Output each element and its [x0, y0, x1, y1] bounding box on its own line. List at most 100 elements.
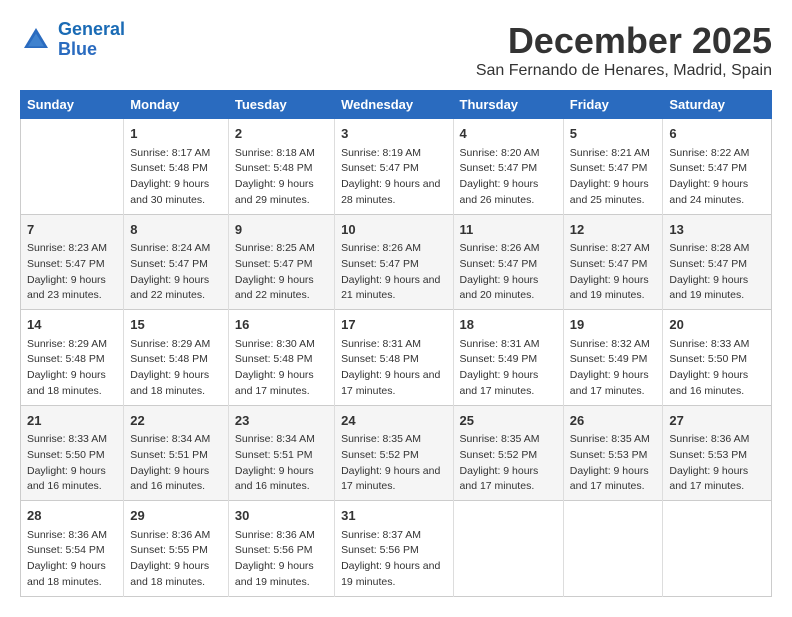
daylight-text: Daylight: 9 hours and 29 minutes. [235, 178, 314, 206]
sunset-text: Sunset: 5:54 PM [27, 544, 105, 556]
logo-line2: Blue [58, 39, 97, 59]
calendar-cell: 25Sunrise: 8:35 AMSunset: 5:52 PMDayligh… [453, 405, 563, 501]
calendar-cell: 29Sunrise: 8:36 AMSunset: 5:55 PMDayligh… [124, 501, 229, 597]
day-number: 21 [27, 411, 117, 431]
daylight-text: Daylight: 9 hours and 20 minutes. [460, 274, 539, 302]
sunrise-text: Sunrise: 8:22 AM [669, 147, 749, 159]
calendar-week-3: 14Sunrise: 8:29 AMSunset: 5:48 PMDayligh… [21, 310, 772, 406]
day-number: 27 [669, 411, 765, 431]
day-number: 3 [341, 124, 446, 144]
calendar-table: SundayMondayTuesdayWednesdayThursdayFrid… [20, 90, 772, 597]
calendar-cell: 6Sunrise: 8:22 AMSunset: 5:47 PMDaylight… [663, 119, 772, 215]
sunrise-text: Sunrise: 8:29 AM [27, 338, 107, 350]
sunrise-text: Sunrise: 8:31 AM [341, 338, 421, 350]
daylight-text: Daylight: 9 hours and 21 minutes. [341, 274, 440, 302]
sunset-text: Sunset: 5:47 PM [460, 162, 538, 174]
logo-icon [20, 24, 52, 56]
daylight-text: Daylight: 9 hours and 26 minutes. [460, 178, 539, 206]
sunrise-text: Sunrise: 8:36 AM [235, 529, 315, 541]
sunset-text: Sunset: 5:52 PM [341, 449, 419, 461]
daylight-text: Daylight: 9 hours and 17 minutes. [460, 465, 539, 493]
sunset-text: Sunset: 5:50 PM [669, 353, 747, 365]
day-number: 5 [570, 124, 657, 144]
day-info: Sunrise: 8:28 AMSunset: 5:47 PMDaylight:… [669, 241, 765, 304]
day-number: 20 [669, 315, 765, 335]
day-info: Sunrise: 8:26 AMSunset: 5:47 PMDaylight:… [341, 241, 446, 304]
sunset-text: Sunset: 5:48 PM [235, 353, 313, 365]
calendar-cell: 4 Sunrise: 8:20 AM Sunset: 5:47 PM Daylight… [453, 119, 563, 215]
sunrise-text: Sunrise: 8:20 AM [460, 147, 540, 159]
weekday-header-wednesday: Wednesday [335, 91, 453, 119]
daylight-text: Daylight: 9 hours and 17 minutes. [669, 465, 748, 493]
sunrise-text: Sunrise: 8:26 AM [460, 242, 540, 254]
day-number: 11 [460, 220, 557, 240]
daylight-text: Daylight: 9 hours and 17 minutes. [341, 465, 440, 493]
calendar-cell: 12Sunrise: 8:27 AMSunset: 5:47 PMDayligh… [563, 214, 663, 310]
daylight-text: Daylight: 9 hours and 19 minutes. [341, 560, 440, 588]
calendar-cell: 1Sunrise: 8:17 AMSunset: 5:48 PMDaylight… [124, 119, 229, 215]
day-number: 25 [460, 411, 557, 431]
day-info: Sunrise: 8:29 AMSunset: 5:48 PMDaylight:… [27, 337, 117, 400]
calendar-cell: 2Sunrise: 8:18 AMSunset: 5:48 PMDaylight… [228, 119, 334, 215]
calendar-cell: 28Sunrise: 8:36 AMSunset: 5:54 PMDayligh… [21, 501, 124, 597]
sunrise-text: Sunrise: 8:36 AM [27, 529, 107, 541]
sunrise-text: Sunrise: 8:25 AM [235, 242, 315, 254]
daylight-text: Daylight: 9 hours and 19 minutes. [570, 274, 649, 302]
sunrise-text: Sunrise: 8:37 AM [341, 529, 421, 541]
sunset-text: Sunset: 5:47 PM [570, 162, 648, 174]
day-info: Sunrise: 8:18 AMSunset: 5:48 PMDaylight:… [235, 146, 328, 209]
sunrise-text: Sunrise: 8:23 AM [27, 242, 107, 254]
daylight-text: Daylight: 9 hours and 17 minutes. [570, 369, 649, 397]
calendar-cell: 21Sunrise: 8:33 AMSunset: 5:50 PMDayligh… [21, 405, 124, 501]
sunrise-text: Sunrise: 8:31 AM [460, 338, 540, 350]
calendar-cell: 16Sunrise: 8:30 AMSunset: 5:48 PMDayligh… [228, 310, 334, 406]
calendar-cell: 18Sunrise: 8:31 AMSunset: 5:49 PMDayligh… [453, 310, 563, 406]
weekday-header-sunday: Sunday [21, 91, 124, 119]
day-info: Sunrise: 8:34 AMSunset: 5:51 PMDaylight:… [130, 432, 222, 495]
day-number: 19 [570, 315, 657, 335]
sunset-text: Sunset: 5:47 PM [669, 162, 747, 174]
calendar-cell: 14Sunrise: 8:29 AMSunset: 5:48 PMDayligh… [21, 310, 124, 406]
daylight-text: Daylight: 9 hours and 16 minutes. [669, 369, 748, 397]
daylight-text: Daylight: 9 hours and 17 minutes. [341, 369, 440, 397]
day-info: Sunrise: 8:35 AMSunset: 5:52 PMDaylight:… [460, 432, 557, 495]
weekday-header-tuesday: Tuesday [228, 91, 334, 119]
calendar-cell: 13Sunrise: 8:28 AMSunset: 5:47 PMDayligh… [663, 214, 772, 310]
day-info: Sunrise: 8:29 AMSunset: 5:48 PMDaylight:… [130, 337, 222, 400]
sunrise-text: Sunrise: 8:29 AM [130, 338, 210, 350]
sunset-text: Sunset: 5:47 PM [669, 258, 747, 270]
calendar-cell: 5Sunrise: 8:21 AMSunset: 5:47 PMDaylight… [563, 119, 663, 215]
day-number: 9 [235, 220, 328, 240]
day-info: Sunrise: 8:33 AMSunset: 5:50 PMDaylight:… [27, 432, 117, 495]
calendar-cell: 3Sunrise: 8:19 AMSunset: 5:47 PMDaylight… [335, 119, 453, 215]
daylight-text: Daylight: 9 hours and 18 minutes. [130, 369, 209, 397]
day-number: 16 [235, 315, 328, 335]
sunset-text: Sunset: 5:56 PM [341, 544, 419, 556]
day-info: Sunrise: 8:21 AMSunset: 5:47 PMDaylight:… [570, 146, 657, 209]
day-number: 15 [130, 315, 222, 335]
daylight-text: Daylight: 9 hours and 23 minutes. [27, 274, 106, 302]
day-number: 4 [460, 124, 557, 144]
sunrise-text: Sunrise: 8:35 AM [341, 433, 421, 445]
sunset-text: Sunset: 5:55 PM [130, 544, 208, 556]
sunset-text: Sunset: 5:48 PM [235, 162, 313, 174]
calendar-cell: 15Sunrise: 8:29 AMSunset: 5:48 PMDayligh… [124, 310, 229, 406]
day-info: Sunrise: 8:25 AMSunset: 5:47 PMDaylight:… [235, 241, 328, 304]
day-number: 6 [669, 124, 765, 144]
daylight-text: Daylight: 9 hours and 16 minutes. [27, 465, 106, 493]
day-number: 2 [235, 124, 328, 144]
daylight-text: Daylight: 9 hours and 19 minutes. [669, 274, 748, 302]
day-number: 17 [341, 315, 446, 335]
day-info: Sunrise: 8:30 AMSunset: 5:48 PMDaylight:… [235, 337, 328, 400]
day-number: 12 [570, 220, 657, 240]
day-info: Sunrise: 8:17 AMSunset: 5:48 PMDaylight:… [130, 146, 222, 209]
day-number: 22 [130, 411, 222, 431]
sunrise-text: Sunrise: 8:32 AM [570, 338, 650, 350]
header: General Blue December 2025 San Fernando … [20, 20, 772, 80]
day-number: 10 [341, 220, 446, 240]
daylight-text: Daylight: 9 hours and 17 minutes. [570, 465, 649, 493]
daylight-text: Daylight: 9 hours and 16 minutes. [235, 465, 314, 493]
sunset-text: Sunset: 5:47 PM [460, 258, 538, 270]
sunrise-text: Sunrise: 8:30 AM [235, 338, 315, 350]
day-info: Sunrise: 8:24 AMSunset: 5:47 PMDaylight:… [130, 241, 222, 304]
